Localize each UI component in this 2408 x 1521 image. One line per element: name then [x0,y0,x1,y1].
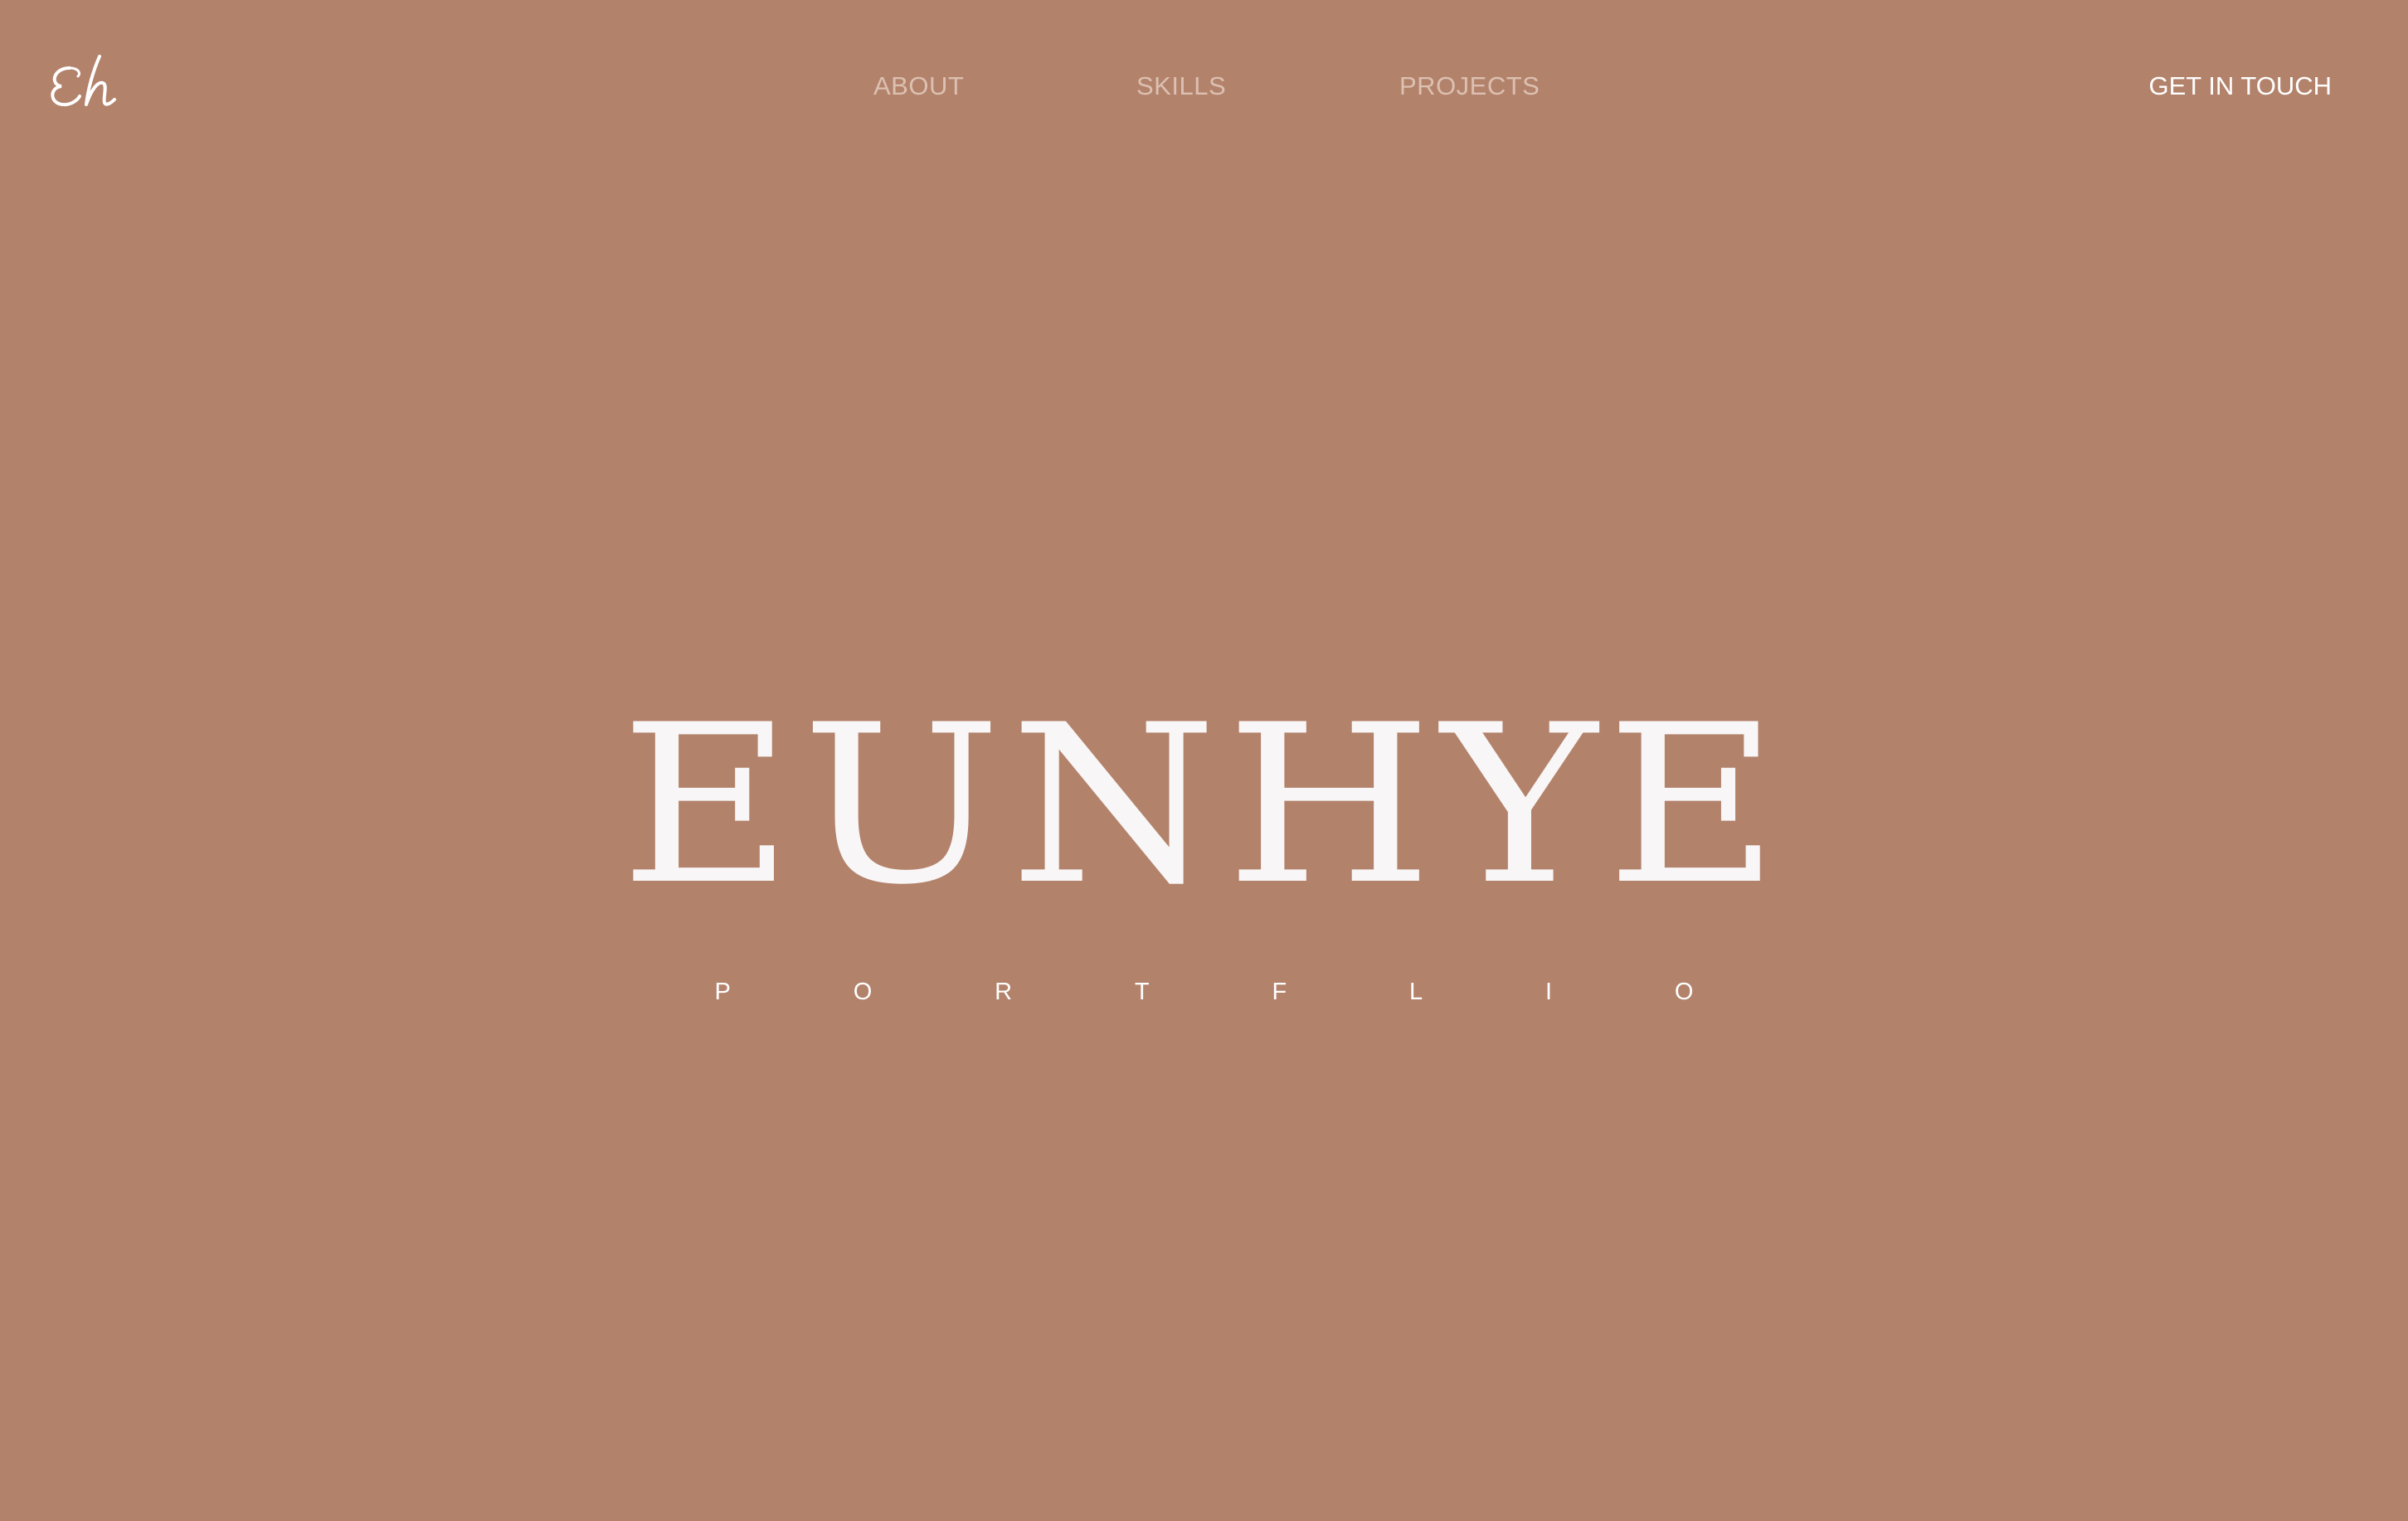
hero: EUNHYE [0,697,2408,916]
subtitle-letters: P O R T F L I O [715,975,1694,1008]
subtitle-letter: T [1134,979,1150,1005]
subtitle-letter: O [853,979,873,1005]
hero-title: EUNHYE [620,678,1788,933]
subtitle-letter: L [1409,979,1423,1005]
nav-link-skills[interactable]: SKILLS [1136,66,1226,106]
main-nav: ABOUT SKILLS PROJECTS [0,66,2408,106]
get-in-touch-link[interactable]: GET IN TOUCH [2149,66,2332,106]
subtitle-letter: R [995,979,1013,1005]
subtitle-letter: O [1674,979,1694,1005]
subtitle-letter: I [1545,979,1553,1005]
nav-link-projects[interactable]: PROJECTS [1399,66,1540,106]
subtitle-letter: P [714,979,731,1005]
subtitle-letter: F [1272,979,1287,1005]
hero-subtitle: P O R T F L I O [0,975,2408,1008]
nav-link-about[interactable]: ABOUT [873,66,964,106]
